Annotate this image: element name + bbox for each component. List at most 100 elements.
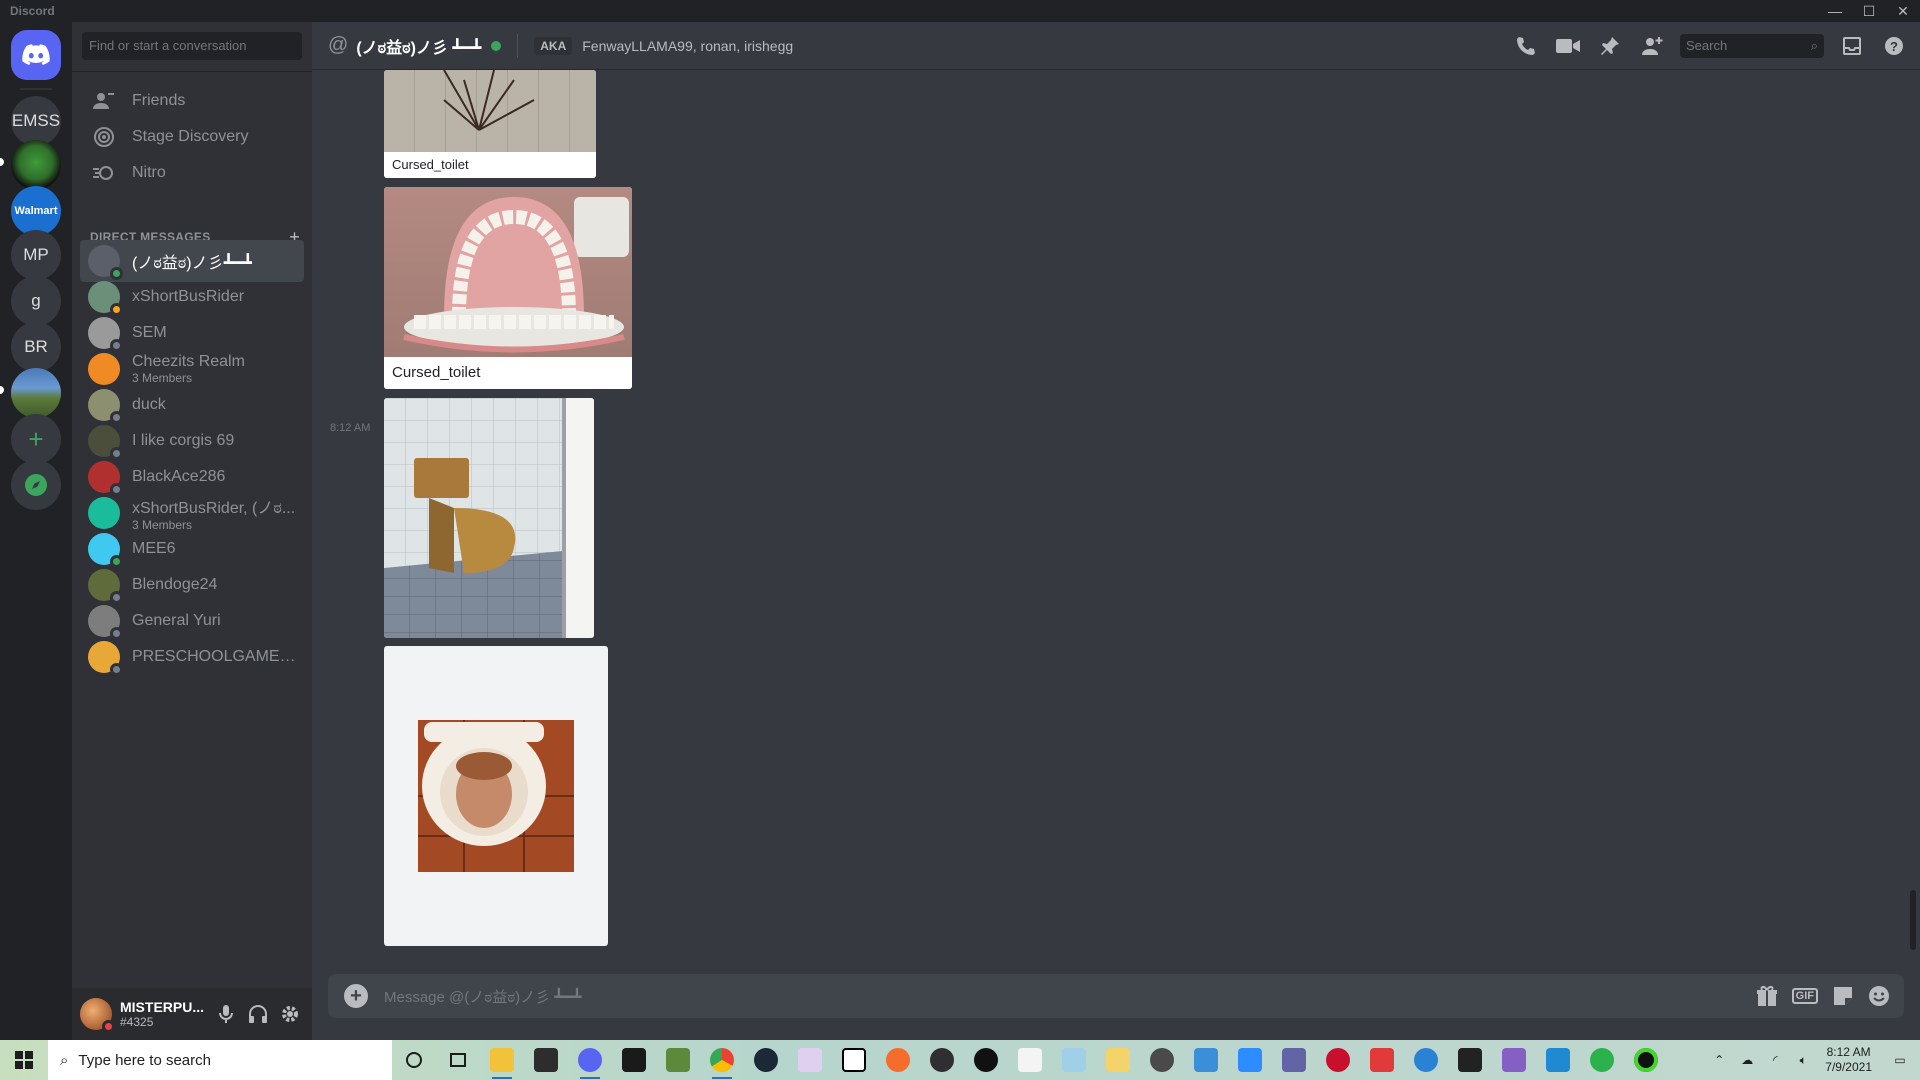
gold-toilet-image — [384, 398, 594, 638]
emoji-button[interactable] — [1868, 985, 1890, 1007]
paint3d-app[interactable] — [1096, 1040, 1140, 1080]
start-button[interactable] — [0, 1040, 48, 1080]
task-view-button[interactable] — [436, 1040, 480, 1080]
dm-name: (ノಠ益ಠ)ノ彡┻━┻ — [132, 255, 253, 272]
search-icon: ⌕ — [1810, 37, 1818, 53]
wifi-icon[interactable]: ◜ — [1761, 1053, 1789, 1067]
plus-icon: + — [28, 423, 44, 454]
image-attachment[interactable] — [384, 646, 608, 946]
volume-icon[interactable]: 🔈︎ — [1789, 1053, 1817, 1068]
edge-app[interactable] — [1404, 1040, 1448, 1080]
image-attachment[interactable] — [384, 398, 594, 638]
razer-icon — [1634, 1048, 1658, 1072]
unreal-app[interactable] — [964, 1040, 1008, 1080]
chrome-app[interactable] — [700, 1040, 744, 1080]
send-app[interactable] — [1360, 1040, 1404, 1080]
gif-button[interactable]: GIF — [1791, 988, 1818, 1004]
close-button[interactable]: ✕ — [1886, 0, 1920, 22]
paint-app[interactable] — [788, 1040, 832, 1080]
visual-studio-app[interactable] — [1492, 1040, 1536, 1080]
deafen-button[interactable] — [244, 998, 272, 1030]
discord-app[interactable] — [568, 1040, 612, 1080]
server-icon-7[interactable] — [11, 368, 61, 418]
clock-time: 8:12 AM — [1826, 1045, 1871, 1059]
epic-games-app[interactable] — [612, 1040, 656, 1080]
upload-button[interactable]: + — [344, 984, 368, 1008]
image-attachment[interactable]: Cursed_toilet — [384, 70, 596, 178]
vscode-app[interactable] — [1536, 1040, 1580, 1080]
avatar — [88, 389, 123, 424]
dm-text: xShortBusRider — [132, 288, 244, 306]
dm-item[interactable]: PRESCHOOLGAMER5 — [80, 636, 304, 678]
windows-logo-icon — [15, 1051, 33, 1069]
avatar — [88, 497, 120, 529]
server-walmart[interactable]: Walmart — [11, 186, 61, 236]
server-icon-2[interactable] — [11, 140, 61, 190]
server-g[interactable]: g — [11, 276, 61, 326]
pinned-messages-button[interactable] — [1596, 34, 1624, 58]
photos-app[interactable] — [1184, 1040, 1228, 1080]
message-composer[interactable]: + Message @(ノಠ益ಠ)ノ彡 ┻━┻ GIF — [328, 974, 1904, 1018]
headphones-app[interactable] — [1316, 1040, 1360, 1080]
gift-button[interactable] — [1756, 985, 1778, 1007]
steam-app[interactable] — [744, 1040, 788, 1080]
settings-app[interactable] — [1140, 1040, 1184, 1080]
chrome-icon — [710, 1048, 734, 1072]
obs-app[interactable] — [920, 1040, 964, 1080]
voice-call-button[interactable] — [1512, 34, 1540, 58]
minimize-button[interactable]: — — [1818, 0, 1852, 22]
zoom-app[interactable] — [1228, 1040, 1272, 1080]
rail-divider — [20, 88, 52, 90]
chat-main: @ (ノಠ益ಠ)ノ彡 ┻━┻ AKA FenwayLLAMA99, ronan,… — [312, 22, 1920, 1040]
minecraft-app[interactable] — [656, 1040, 700, 1080]
server-br[interactable]: BR — [11, 322, 61, 372]
cortana-button[interactable] — [392, 1040, 436, 1080]
notepad-app[interactable] — [1052, 1040, 1096, 1080]
teeth-toilet-image — [403, 197, 629, 353]
clock[interactable]: 8:12 AM 7/9/2021 — [1817, 1045, 1880, 1075]
explore-servers-button[interactable] — [11, 460, 61, 510]
user-settings-button[interactable] — [276, 998, 304, 1030]
mute-button[interactable] — [212, 998, 240, 1030]
stage-icon — [88, 121, 120, 153]
header-search-input[interactable]: Search ⌕ — [1680, 33, 1824, 58]
server-emss[interactable]: EMSS — [11, 96, 61, 146]
image-attachment[interactable]: Cursed_toilet — [384, 187, 632, 389]
folder-icon — [490, 1048, 514, 1072]
7zip-app[interactable] — [832, 1040, 876, 1080]
message-scrollbar[interactable] — [1910, 890, 1916, 950]
nav-nitro[interactable]: Nitro — [80, 152, 304, 194]
visual-studio-icon — [1502, 1048, 1526, 1072]
home-button[interactable] — [11, 30, 61, 80]
show-hidden-icons-button[interactable]: ⌃ — [1705, 1053, 1733, 1067]
discord-logo-icon — [22, 44, 50, 65]
video-call-button[interactable] — [1554, 34, 1582, 58]
find-conversation-input[interactable]: Find or start a conversation — [82, 32, 302, 60]
user-tag: #4325 — [120, 1015, 154, 1029]
onedrive-icon[interactable]: ☁ — [1733, 1053, 1761, 1067]
help-button[interactable]: ? — [1880, 34, 1908, 58]
teams-app[interactable] — [1272, 1040, 1316, 1080]
store-app[interactable] — [524, 1040, 568, 1080]
palette-icon — [1106, 1048, 1130, 1072]
audio-app[interactable] — [1008, 1040, 1052, 1080]
add-friend-to-dm-button[interactable] — [1638, 34, 1666, 58]
sticker-button[interactable] — [1832, 985, 1854, 1007]
server-label: g — [31, 291, 41, 310]
add-server-button[interactable]: + — [11, 414, 61, 464]
friends-icon — [88, 85, 120, 117]
taskbar-search-input[interactable]: ⌕ Type here to search — [48, 1040, 392, 1080]
roblox-app[interactable] — [1448, 1040, 1492, 1080]
razer-app[interactable] — [1624, 1040, 1668, 1080]
server-mp[interactable]: MP — [11, 230, 61, 280]
origin-app[interactable] — [876, 1040, 920, 1080]
user-avatar[interactable] — [80, 998, 115, 1033]
maximize-button[interactable]: ☐ — [1852, 0, 1886, 22]
green-app[interactable] — [1580, 1040, 1624, 1080]
inbox-button[interactable] — [1838, 34, 1866, 58]
cortana-icon — [406, 1052, 422, 1068]
paper-plane-icon — [1370, 1048, 1394, 1072]
notifications-icon[interactable]: ▭ — [1880, 1053, 1920, 1067]
file-explorer-app[interactable] — [480, 1040, 524, 1080]
message-input[interactable]: Message @(ノಠ益ಠ)ノ彡 ┻━┻ — [384, 986, 581, 1007]
